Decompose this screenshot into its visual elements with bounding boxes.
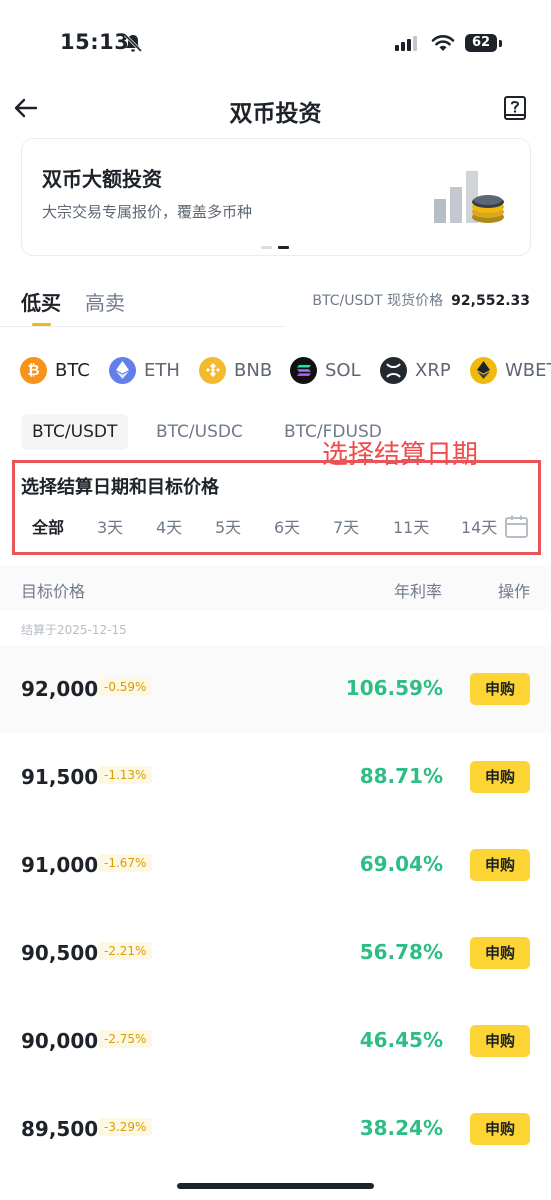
wifi-icon bbox=[431, 35, 455, 51]
table-row[interactable]: 89,500 -3.29% 38.24% 申购 bbox=[0, 1085, 551, 1173]
calendar-icon[interactable] bbox=[504, 514, 529, 539]
help-book-icon[interactable] bbox=[501, 94, 529, 122]
solana-icon bbox=[290, 356, 317, 384]
spot-price-label: BTC/USDT 现货价格 bbox=[312, 293, 444, 309]
settlement-date: 结算于2025-12-15 bbox=[21, 623, 127, 637]
coin-label: XRP bbox=[415, 359, 451, 381]
day-filter-all[interactable]: 全部 bbox=[32, 514, 64, 538]
coin-eth[interactable]: ETH bbox=[109, 352, 180, 388]
status-time: 15:13 bbox=[60, 30, 130, 54]
price-change-badge: -3.29% bbox=[98, 1118, 153, 1136]
subscribe-button[interactable]: 申购 bbox=[470, 849, 530, 881]
table-row[interactable]: 90,500 -2.21% 56.78% 申购 bbox=[0, 909, 551, 997]
table-row[interactable]: 92,000 -0.59% 106.59% 申购 bbox=[0, 645, 551, 733]
day-filter-3[interactable]: 3天 bbox=[97, 514, 123, 538]
target-price: 89,500 bbox=[21, 1117, 99, 1141]
coin-bnb[interactable]: BNB bbox=[199, 352, 272, 388]
apr-value: 69.04% bbox=[359, 852, 443, 876]
apr-value: 46.45% bbox=[359, 1028, 443, 1052]
table-row[interactable]: 91,000 -1.67% 69.04% 申购 bbox=[0, 821, 551, 909]
carousel-dot[interactable] bbox=[261, 246, 272, 249]
tabs-divider bbox=[0, 326, 285, 327]
subscribe-button[interactable]: 申购 bbox=[470, 761, 530, 793]
signal-icon bbox=[395, 36, 417, 51]
tab-sell-high[interactable]: 高卖 bbox=[85, 287, 125, 316]
status-bar: 15:13 62 bbox=[0, 0, 551, 88]
subscribe-button[interactable]: 申购 bbox=[470, 937, 530, 969]
coin-selector: ₿ BTC ETH BNB SOL XRP WBET bbox=[0, 352, 551, 388]
pair-btc-usdc[interactable]: BTC/USDC bbox=[145, 414, 254, 450]
target-price: 91,500 bbox=[21, 765, 99, 789]
bitcoin-icon: ₿ bbox=[20, 356, 47, 384]
day-filter-7[interactable]: 7天 bbox=[333, 514, 359, 538]
coin-label: ETH bbox=[144, 359, 180, 381]
target-price: 91,000 bbox=[21, 853, 99, 877]
coin-label: SOL bbox=[325, 359, 361, 381]
price-change-badge: -1.13% bbox=[98, 766, 153, 784]
page-title: 双币投资 bbox=[229, 101, 322, 127]
day-filter-6[interactable]: 6天 bbox=[274, 514, 300, 538]
coin-label: BNB bbox=[234, 359, 273, 381]
day-filter-4[interactable]: 4天 bbox=[156, 514, 182, 538]
coin-wbeth[interactable]: WBET bbox=[470, 352, 551, 388]
coin-label: WBET bbox=[505, 359, 551, 381]
target-price: 92,000 bbox=[21, 677, 99, 701]
table-header: 目标价格 年利率 操作 bbox=[0, 565, 551, 611]
apr-value: 38.24% bbox=[359, 1116, 443, 1140]
table-row[interactable]: 90,000 -2.75% 46.45% 申购 bbox=[0, 997, 551, 1085]
subscribe-button[interactable]: 申购 bbox=[470, 1113, 530, 1145]
price-change-badge: -2.21% bbox=[98, 942, 153, 960]
header: 双币投资 bbox=[0, 86, 551, 130]
apr-value: 106.59% bbox=[345, 676, 443, 700]
banner-subtitle: 大宗交易专属报价，覆盖多币种 bbox=[42, 203, 253, 221]
coin-xrp[interactable]: XRP bbox=[380, 352, 451, 388]
price-change-badge: -1.67% bbox=[98, 854, 153, 872]
bar-chart-coins-icon bbox=[434, 171, 504, 223]
day-filter-14[interactable]: 14天 bbox=[461, 514, 497, 538]
battery-indicator: 62 bbox=[465, 34, 497, 52]
bnb-icon bbox=[199, 356, 226, 384]
coin-sol[interactable]: SOL bbox=[290, 352, 361, 388]
day-filter-11[interactable]: 11天 bbox=[393, 514, 429, 538]
ethereum-icon bbox=[109, 356, 136, 384]
price-change-badge: -2.75% bbox=[98, 1030, 153, 1048]
subscribe-button[interactable]: 申购 bbox=[470, 673, 530, 705]
bell-off-icon bbox=[123, 33, 143, 53]
apr-value: 88.71% bbox=[359, 764, 443, 788]
carousel-dots bbox=[261, 246, 295, 265]
spot-price-value: 92,552.33 bbox=[451, 293, 530, 309]
settlement-section-title: 选择结算日期和目标价格 bbox=[21, 477, 219, 498]
column-apr: 年利率 bbox=[394, 582, 443, 601]
battery-cap bbox=[499, 40, 502, 47]
day-filter-5[interactable]: 5天 bbox=[215, 514, 241, 538]
apr-value: 56.78% bbox=[359, 940, 443, 964]
promo-banner[interactable]: 双币大额投资 大宗交易专属报价，覆盖多币种 bbox=[21, 138, 531, 256]
wbeth-icon bbox=[470, 356, 497, 384]
target-price: 90,000 bbox=[21, 1029, 99, 1053]
subscribe-button[interactable]: 申购 bbox=[470, 1025, 530, 1057]
table-row[interactable]: 91,500 -1.13% 88.71% 申购 bbox=[0, 733, 551, 821]
target-price: 90,500 bbox=[21, 941, 99, 965]
spot-price: BTC/USDT 现货价格 92,552.33 bbox=[312, 290, 530, 310]
price-change-badge: -0.59% bbox=[98, 678, 153, 696]
banner-title: 双币大额投资 bbox=[42, 167, 162, 191]
pair-btc-usdt[interactable]: BTC/USDT bbox=[21, 414, 129, 450]
coin-label: BTC bbox=[55, 359, 90, 381]
xrp-icon bbox=[380, 356, 407, 384]
home-indicator[interactable] bbox=[177, 1183, 374, 1189]
coin-btc[interactable]: ₿ BTC bbox=[20, 352, 90, 388]
tab-buy-low[interactable]: 低买 bbox=[21, 287, 61, 316]
carousel-dot-active[interactable] bbox=[278, 246, 289, 249]
column-action: 操作 bbox=[498, 582, 531, 601]
column-target-price: 目标价格 bbox=[21, 582, 86, 601]
